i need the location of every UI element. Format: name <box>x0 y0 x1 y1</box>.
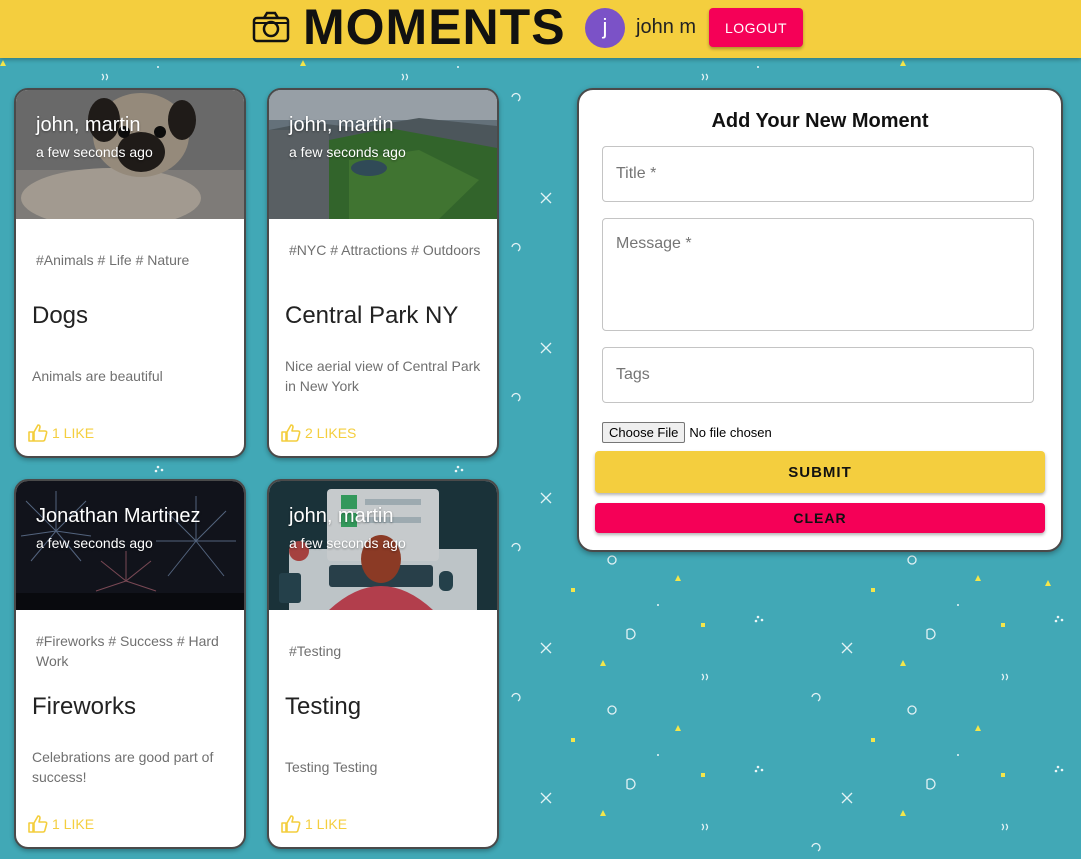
post-time: a few seconds ago <box>36 144 153 160</box>
title-input[interactable] <box>602 146 1034 202</box>
app-title: MOMENTS <box>303 0 566 55</box>
post-author: john, martin <box>289 114 394 136</box>
form-heading: Add Your New Moment <box>711 110 929 132</box>
message-input[interactable] <box>602 218 1034 331</box>
post-card: john, martin a few seconds ago #Animals … <box>14 88 246 458</box>
post-title: Fireworks <box>32 693 137 720</box>
thumb-up-icon <box>281 815 301 833</box>
post-tags: #NYC # Attractions # Outdoors <box>289 242 481 258</box>
post-message: Nice aerial view of Central Park in New … <box>285 358 481 394</box>
file-status: No file chosen <box>689 425 772 440</box>
post-tags: #Fireworks # Success # Hard Work <box>36 633 219 669</box>
like-button[interactable]: 1 LIKE <box>281 815 347 833</box>
like-button[interactable]: 1 LIKE <box>28 424 94 442</box>
post-card: john, martin a few seconds ago #Testing … <box>267 479 499 849</box>
post-card: Jonathan Martinez a few seconds ago #Fir… <box>14 479 246 849</box>
like-button[interactable]: 1 LIKE <box>28 815 94 833</box>
post-time: a few seconds ago <box>289 144 406 160</box>
avatar[interactable]: j <box>585 8 625 48</box>
like-count: 2 LIKES <box>305 425 357 441</box>
post-card: john, martin a few seconds ago #NYC # At… <box>267 88 499 458</box>
like-count: 1 LIKE <box>52 425 95 441</box>
post-title: Dogs <box>32 302 89 329</box>
like-count: 1 LIKE <box>305 816 348 832</box>
post-time: a few seconds ago <box>289 535 406 551</box>
tags-input[interactable] <box>602 347 1034 403</box>
post-tags: #Animals # Life # Nature <box>36 252 190 268</box>
post-title: Central Park NY <box>285 302 459 329</box>
logout-button[interactable]: LOGOUT <box>709 8 803 47</box>
post-author: Jonathan Martinez <box>36 505 201 527</box>
clear-button[interactable]: CLEAR <box>595 503 1045 533</box>
submit-button[interactable]: SUBMIT <box>595 451 1045 493</box>
post-title: Testing <box>285 693 362 720</box>
post-message: Animals are beautiful <box>32 368 163 384</box>
new-moment-form: Add Your New Moment Choose File No file … <box>577 88 1063 552</box>
post-time: a few seconds ago <box>36 535 153 551</box>
post-author: john, martin <box>289 505 394 527</box>
thumb-up-icon <box>28 815 48 833</box>
post-tags: #Testing <box>289 643 342 659</box>
camera-icon <box>252 11 290 43</box>
post-message: Celebrations are good part of success! <box>32 749 214 785</box>
thumb-up-icon <box>281 424 301 442</box>
thumb-up-icon <box>28 424 48 442</box>
username: john m <box>636 16 697 38</box>
like-count: 1 LIKE <box>52 816 95 832</box>
like-button[interactable]: 2 LIKES <box>281 424 356 442</box>
file-input: Choose File No file chosen <box>602 422 772 443</box>
post-message: Testing Testing <box>285 759 378 775</box>
choose-file-button[interactable]: Choose File <box>602 422 686 443</box>
post-author: john, martin <box>36 114 141 136</box>
app-bar: MOMENTS j john m LOGOUT <box>0 0 1081 58</box>
